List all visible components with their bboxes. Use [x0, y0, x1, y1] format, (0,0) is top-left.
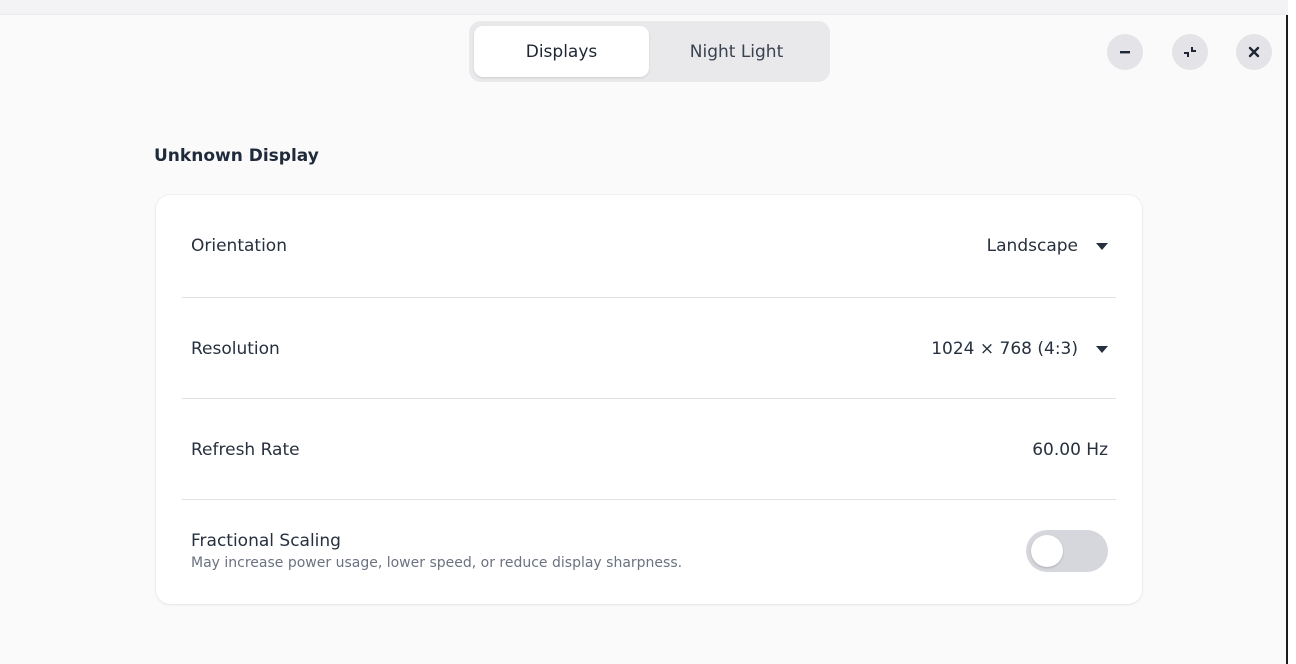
refresh-rate-row: Refresh Rate 60.00 Hz [156, 399, 1142, 500]
fractional-scaling-label: Fractional Scaling [191, 530, 341, 551]
orientation-row[interactable]: Orientation Landscape [156, 195, 1142, 296]
display-settings-card: Orientation Landscape Resolution 1024 × … [156, 195, 1142, 604]
resolution-label: Resolution [191, 338, 280, 359]
display-section-title: Unknown Display [154, 146, 319, 166]
fractional-scaling-toggle[interactable] [1026, 529, 1108, 572]
restore-button[interactable] [1172, 34, 1208, 70]
chevron-down-icon [1096, 243, 1108, 250]
resolution-value: 1024 × 768 (4:3) [931, 338, 1078, 359]
tab-displays[interactable]: Displays [474, 26, 649, 77]
resolution-dropdown[interactable]: 1024 × 768 (4:3) [931, 339, 1108, 359]
toggle-knob [1031, 534, 1063, 567]
chevron-down-icon [1096, 346, 1108, 353]
close-icon [1247, 45, 1261, 59]
window-top-edge [0, 0, 1288, 15]
close-button[interactable] [1236, 34, 1272, 70]
tab-night-light[interactable]: Night Light [649, 26, 824, 77]
resolution-row[interactable]: Resolution 1024 × 768 (4:3) [156, 298, 1142, 399]
orientation-value: Landscape [986, 235, 1078, 256]
orientation-label: Orientation [191, 235, 287, 256]
fractional-scaling-text: Fractional Scaling May increase power us… [191, 531, 682, 571]
refresh-rate-value: 60.00 Hz [1032, 439, 1108, 460]
restore-icon [1182, 44, 1198, 60]
fractional-scaling-description: May increase power usage, lower speed, o… [191, 554, 683, 571]
minimize-button[interactable] [1107, 34, 1143, 70]
fractional-scaling-row: Fractional Scaling May increase power us… [156, 500, 1142, 601]
refresh-rate-label: Refresh Rate [191, 439, 300, 460]
settings-window: Displays Night Light Unknown Display Ori… [0, 0, 1288, 664]
view-switcher: Displays Night Light [469, 21, 830, 82]
minimize-icon [1118, 45, 1132, 59]
orientation-dropdown[interactable]: Landscape [987, 236, 1108, 256]
